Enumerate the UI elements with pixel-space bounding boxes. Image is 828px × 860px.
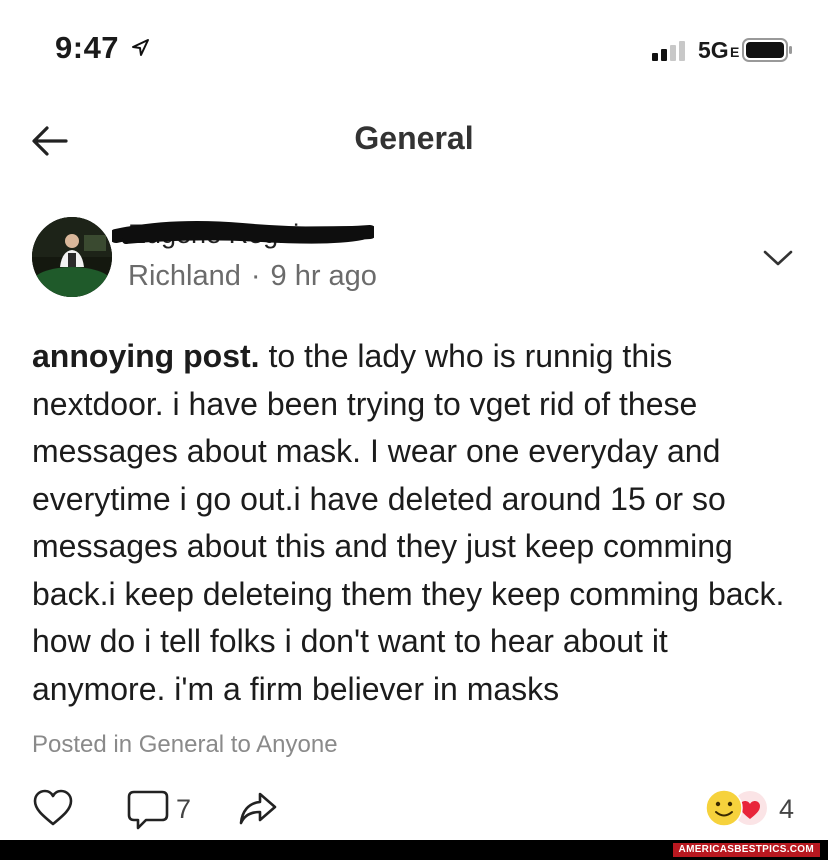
location-arrow-icon (132, 39, 149, 56)
post-header: Eugene Regnier Richland · 9 hr ago (0, 210, 828, 310)
post-body: annoying post. to the lady who is runnig… (32, 333, 802, 713)
page-title: General (354, 120, 474, 156)
smiley-heart-reactions[interactable] (704, 788, 774, 828)
status-bar: 9:47 5G E (0, 0, 828, 100)
chevron-down-icon[interactable] (762, 248, 794, 268)
meta-separator: · (250, 260, 261, 292)
avatar[interactable] (32, 217, 112, 297)
neighborhood[interactable]: Richland (128, 260, 241, 292)
share-icon[interactable] (238, 790, 278, 826)
network-suffix: E (730, 44, 740, 60)
comment-count: 7 (176, 794, 192, 824)
battery-icon (742, 38, 792, 62)
watermark: AMERICASBESTPICS.COM (672, 843, 820, 857)
redaction-scribble (112, 221, 374, 244)
heart-icon[interactable] (32, 788, 74, 828)
nav-bar: General (0, 110, 828, 170)
comment-icon[interactable] (126, 789, 170, 831)
posted-in: Posted in General to Anyone (32, 731, 338, 758)
signal-bars-icon (652, 41, 685, 61)
post-text: to the lady who is runnig this nextdoor.… (32, 338, 785, 707)
watermark-bar: AMERICASBESTPICS.COM (0, 840, 828, 860)
status-time: 9:47 (55, 30, 120, 65)
reaction-count: 4 (779, 794, 795, 824)
post-actions: 7 4 (0, 780, 828, 840)
post-time: 9 hr ago (270, 260, 377, 292)
network-label: 5G (698, 37, 729, 63)
post-subject: annoying post. (32, 338, 260, 374)
avatar-photo (32, 217, 112, 297)
post-meta: Richland · 9 hr ago (128, 260, 377, 293)
